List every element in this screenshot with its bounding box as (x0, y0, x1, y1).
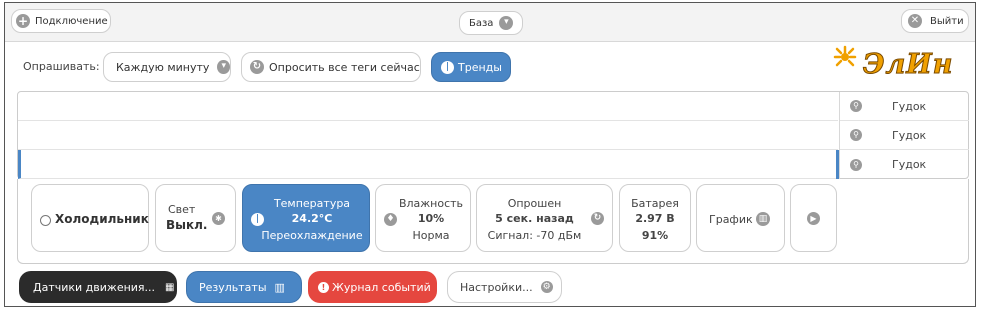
chevron-down-icon: ▾ (499, 16, 514, 30)
humidity-status: Норма (412, 229, 450, 242)
poll-interval-value: Каждую минуту (116, 60, 210, 74)
refresh-icon[interactable]: ↻ (591, 212, 604, 225)
poll-interval-select[interactable]: Каждую минуту ▾ (103, 52, 231, 82)
sensor-cards: Холодильник Свет Выкл. ✱ | Температура 2… (17, 179, 969, 264)
polled-value: 5 сек. назад (495, 212, 574, 225)
app-frame: + Подключение База ▾ ✕ Выйти Опрашивать:… (4, 2, 976, 307)
logo-text: ЭлИн (862, 49, 954, 81)
light-card[interactable]: Свет Выкл. ✱ (155, 184, 236, 252)
fridge-card[interactable]: Холодильник (31, 184, 149, 252)
results-button[interactable]: Результаты ▥ (186, 271, 302, 303)
warning-icon: ! (318, 281, 329, 293)
elin-logo: ЭлИн (831, 43, 971, 87)
bulb-icon: ✱ (212, 212, 225, 225)
battery-title: Батарея (631, 197, 679, 210)
beep-label: Гудок (892, 158, 927, 171)
polled-signal: Сигнал: -70 дБм (487, 229, 582, 242)
temperature-value: 24.2°C (291, 212, 333, 225)
beep-action[interactable]: ⚲ Гудок (840, 121, 969, 150)
temperature-card[interactable]: | Температура 24.2°C Переохлаждение (242, 184, 370, 252)
temperature-status: Переохлаждение (261, 229, 363, 242)
settings-button[interactable]: Настройки... ⚙ (447, 271, 562, 303)
thermometer-icon: | (441, 60, 454, 74)
battery-value: 2.97 В (635, 212, 675, 225)
search-icon: ⚲ (850, 158, 862, 171)
table-row[interactable] (18, 121, 838, 150)
close-icon: ✕ (908, 14, 922, 28)
chart-button[interactable]: График ▥ (696, 184, 785, 252)
chevron-right-icon: ▶ (807, 212, 820, 225)
bar-chart-icon: ▥ (274, 280, 285, 294)
battery-card[interactable]: Батарея 2.97 В 91% (619, 184, 691, 252)
light-value: Выкл. (166, 218, 208, 232)
temperature-title: Температура (273, 197, 351, 210)
poll-all-button[interactable]: ↻ Опросить все теги сейчас (241, 52, 421, 82)
connection-label: Подключение (35, 15, 108, 27)
event-log-label: Журнал событий (332, 280, 431, 294)
settings-label: Настройки... (460, 280, 533, 294)
beep-action[interactable]: ⚲ Гудок (840, 92, 969, 121)
plus-circle-icon: + (16, 14, 30, 28)
search-icon: ⚲ (850, 100, 862, 112)
connection-button[interactable]: + Подключение (11, 9, 111, 33)
humidity-title: Влажность (398, 197, 464, 210)
table-row[interactable] (18, 150, 838, 179)
top-bar: + Подключение База ▾ ✕ Выйти (5, 3, 975, 42)
beep-action[interactable]: ⚲ Гудок (840, 150, 969, 179)
battery-percent: 91% (641, 229, 669, 242)
motion-sensors-label: Датчики движения... (33, 280, 156, 294)
base-label: База (469, 17, 494, 29)
next-button[interactable]: ▶ (790, 184, 837, 252)
light-title: Свет (168, 203, 196, 216)
motion-sensors-button[interactable]: Датчики движения... ▦ (19, 271, 177, 303)
humidity-card[interactable]: ♦ Влажность 10% Норма (375, 184, 471, 252)
chevron-down-icon: ▾ (217, 60, 230, 74)
gear-icon: ⚙ (540, 281, 553, 293)
poll-label: Опрашивать: (23, 60, 100, 73)
humidity-value: 10% (417, 212, 445, 225)
table-row[interactable] (18, 92, 838, 121)
fridge-name: Холодильник (55, 212, 149, 226)
trends-label: Тренды (458, 60, 502, 74)
exit-button[interactable]: ✕ Выйти (901, 9, 969, 33)
radio-icon (40, 215, 51, 226)
polled-card[interactable]: Опрошен 5 сек. назад Сигнал: -70 дБм ↻ (476, 184, 613, 252)
grid-icon: ▦ (165, 281, 175, 293)
trends-button[interactable]: | Тренды (431, 52, 511, 82)
results-label: Результаты (199, 280, 267, 294)
poll-toolbar: Опрашивать: Каждую минуту ▾ ↻ Опросить в… (5, 41, 975, 91)
refresh-icon: ↻ (250, 60, 264, 74)
polled-title: Опрошен (507, 197, 562, 210)
chart-label: График (709, 213, 753, 226)
event-log-button[interactable]: ! Журнал событий (308, 271, 437, 303)
beep-label: Гудок (892, 128, 927, 142)
beep-label: Гудок (892, 99, 927, 113)
poll-all-label: Опросить все теги сейчас (269, 60, 420, 74)
bar-chart-icon: ▥ (756, 212, 770, 226)
exit-label: Выйти (930, 15, 964, 27)
tags-table: ⚲ Гудок ⚲ Гудок ⚲ Гудок (17, 91, 969, 179)
base-select[interactable]: База ▾ (459, 11, 523, 35)
search-icon: ⚲ (850, 129, 862, 141)
